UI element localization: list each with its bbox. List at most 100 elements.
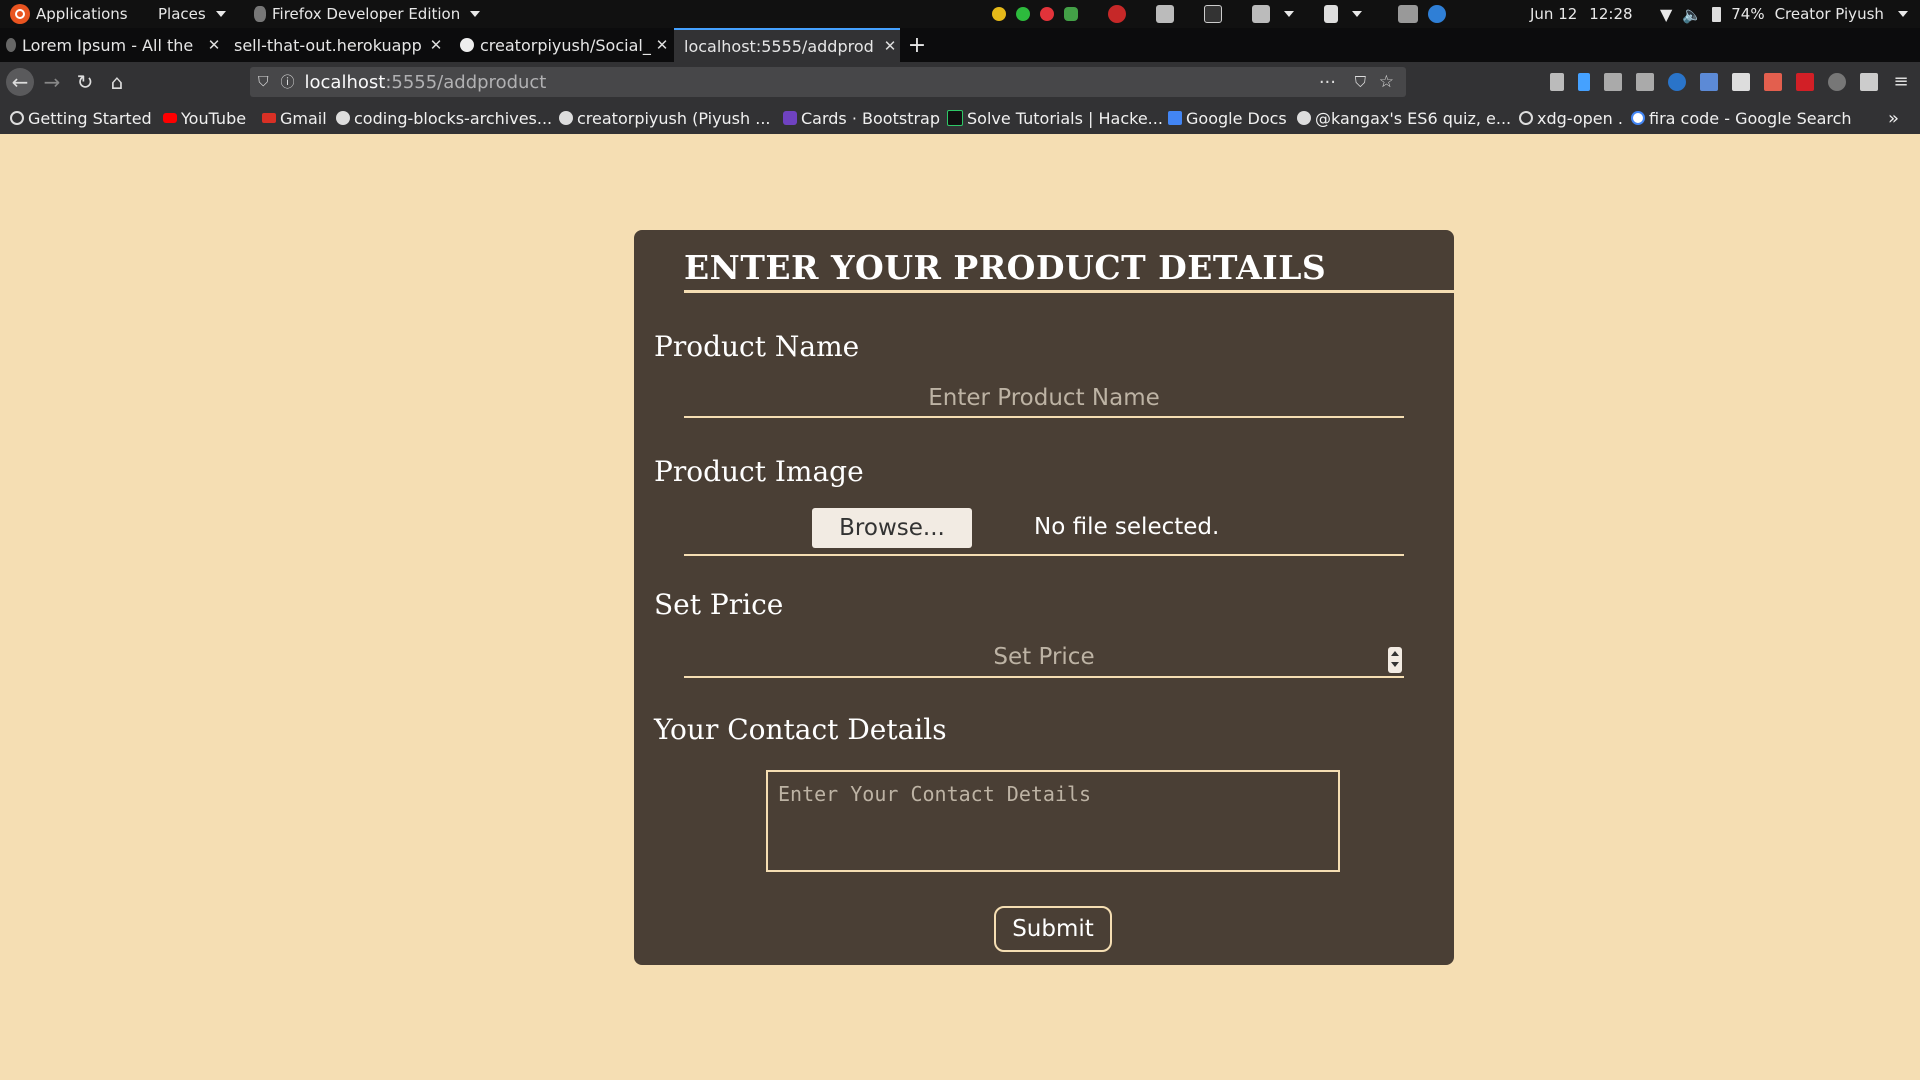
forward-button[interactable]: → xyxy=(38,68,66,96)
wrench-icon[interactable] xyxy=(1550,73,1564,91)
bookmark-label: @kangax's ES6 quiz, e... xyxy=(1315,108,1512,128)
tab-label: localhost:5555/addprod xyxy=(684,36,874,56)
bookmark-item[interactable]: coding-blocks-archives... xyxy=(336,102,552,134)
bookmark-label: Solve Tutorials | Hacke... xyxy=(967,108,1163,128)
github-icon xyxy=(460,38,474,52)
tab-label: creatorpiyush/Social_ xyxy=(480,35,651,55)
url-host: localhost xyxy=(304,71,386,93)
close-icon[interactable]: ✕ xyxy=(880,37,900,55)
bookmark-label: xdg-open . xyxy=(1537,108,1623,128)
price-spinner-icon[interactable] xyxy=(1388,647,1402,673)
tab-github-repo[interactable]: creatorpiyush/Social_ ✕ xyxy=(454,28,672,62)
bookmark-item[interactable]: YouTube xyxy=(163,102,246,134)
price-input[interactable] xyxy=(684,638,1404,678)
back-button[interactable]: ← xyxy=(6,68,34,96)
bookmarks-overflow-icon[interactable]: » xyxy=(1888,102,1899,134)
product-form: ENTER YOUR PRODUCT DETAILS Product Name … xyxy=(634,230,1454,965)
system-top-panel: Applications Places Firefox Developer Ed… xyxy=(0,0,1920,28)
bootstrap-icon xyxy=(783,111,797,125)
date-text: Jun 12 xyxy=(1530,5,1578,23)
youtube-icon xyxy=(163,113,177,123)
bookmark-item[interactable]: @kangax's ES6 quiz, e... xyxy=(1297,102,1511,134)
ruler-extension-icon[interactable] xyxy=(1860,73,1878,91)
grid-extension-icon[interactable] xyxy=(1700,73,1718,91)
product-image-file-input[interactable]: Browse... No file selected. xyxy=(684,508,1404,556)
url-bar[interactable]: ⛉ ⓘ localhost:5555/addproduct ··· ⛉ ☆ xyxy=(250,67,1406,97)
google-icon xyxy=(1631,111,1645,125)
bookmark-item[interactable]: Solve Tutorials | Hacke... xyxy=(947,102,1163,134)
layout-extension-icon[interactable] xyxy=(1732,73,1750,91)
places-menu[interactable]: Places xyxy=(158,0,226,28)
close-icon[interactable]: ✕ xyxy=(652,36,672,54)
new-tab-button[interactable]: + xyxy=(904,28,930,62)
library-icon[interactable] xyxy=(1604,73,1622,91)
product-name-input[interactable] xyxy=(684,380,1404,418)
close-icon[interactable]: ✕ xyxy=(426,36,446,54)
bookmark-item[interactable]: Gmail xyxy=(262,102,327,134)
red-dot-icon[interactable] xyxy=(1040,7,1054,21)
tab-sell-that-out[interactable]: sell-that-out.herokuapp ✕ xyxy=(228,28,446,62)
bookmark-item[interactable]: Google Docs xyxy=(1168,102,1287,134)
bookmark-item[interactable]: Getting Started xyxy=(10,102,152,134)
chevron-down-icon xyxy=(215,11,226,17)
clock[interactable]: Jun 12 12:28 xyxy=(1530,0,1633,28)
yellow-dot-icon[interactable] xyxy=(992,7,1006,21)
pocket-icon[interactable]: ⛉ xyxy=(1355,73,1366,91)
bookmark-item[interactable]: xdg-open . xyxy=(1519,102,1623,134)
mail-tray-icon[interactable] xyxy=(1108,5,1126,23)
shield-tray-icon[interactable] xyxy=(1064,7,1078,21)
extension-icon[interactable] xyxy=(1668,73,1686,91)
gift-extension-icon[interactable] xyxy=(1764,73,1782,91)
tab-lorem-ipsum[interactable]: Lorem Ipsum - All the ✕ xyxy=(0,28,224,62)
browse-button[interactable]: Browse... xyxy=(812,508,972,548)
bookmark-label: Getting Started xyxy=(28,108,152,128)
accessibility-tray-icon[interactable] xyxy=(1324,5,1338,23)
hamburger-menu-icon[interactable]: ≡ xyxy=(1892,73,1910,91)
workspace-tray-icon[interactable] xyxy=(1204,5,1222,23)
green-dot-icon[interactable] xyxy=(1016,7,1030,21)
close-icon[interactable]: ✕ xyxy=(204,36,224,54)
window-tray-icon[interactable] xyxy=(1398,5,1418,23)
tracking-shield-icon[interactable]: ⛉ xyxy=(258,74,269,90)
red-extension-icon[interactable] xyxy=(1796,73,1814,91)
bookmarks-toolbar: Getting Started YouTube Gmail coding-blo… xyxy=(0,102,1920,134)
status-menu[interactable]: ▼ 🔈 74% Creator Piyush xyxy=(1660,0,1908,28)
submit-button[interactable]: Submit xyxy=(994,906,1112,952)
home-button[interactable]: ⌂ xyxy=(103,68,131,96)
chevron-down-icon xyxy=(1352,11,1362,17)
applications-menu[interactable]: Applications xyxy=(10,0,128,28)
github-icon xyxy=(1297,111,1311,125)
file-status-text: No file selected. xyxy=(1034,514,1220,540)
bookmark-item[interactable]: creatorpiyush (Piyush ... xyxy=(559,102,771,134)
bookmark-item[interactable]: fira code - Google Search xyxy=(1631,102,1852,134)
contact-details-textarea[interactable] xyxy=(766,770,1340,872)
form-title: ENTER YOUR PRODUCT DETAILS xyxy=(684,248,1327,287)
chat-tray-icon[interactable] xyxy=(1156,5,1174,23)
bookmark-label: creatorpiyush (Piyush ... xyxy=(577,108,771,128)
github-icon xyxy=(336,111,350,125)
wifi-icon: ▼ xyxy=(1660,4,1673,24)
dark-extension-icon[interactable] xyxy=(1828,73,1846,91)
page-content: ENTER YOUR PRODUCT DETAILS Product Name … xyxy=(0,134,1920,1080)
page-actions-icon[interactable]: ··· xyxy=(1319,72,1336,93)
toolbar-icons: ≡ xyxy=(1550,62,1910,102)
active-app-menu[interactable]: Firefox Developer Edition xyxy=(254,0,481,28)
url-text[interactable]: localhost:5555/addproduct xyxy=(305,72,547,93)
bookmark-label: Google Docs xyxy=(1186,108,1287,128)
google-docs-icon xyxy=(1168,111,1182,125)
product-name-label: Product Name xyxy=(654,330,860,363)
firefox-tray-icon[interactable] xyxy=(1428,5,1446,23)
product-image-label: Product Image xyxy=(654,455,864,488)
bookmark-item[interactable]: Cards · Bootstrap xyxy=(783,102,940,134)
site-info-icon[interactable]: ⓘ xyxy=(281,72,295,92)
bookmark-star-icon[interactable]: ☆ xyxy=(1379,72,1394,92)
clipboard-tray-icon[interactable] xyxy=(1252,5,1270,23)
lorem-favicon-icon xyxy=(6,38,16,52)
globe-icon xyxy=(10,111,24,125)
sidebar-icon[interactable] xyxy=(1636,73,1654,91)
download-icon[interactable] xyxy=(1578,73,1590,91)
user-name: Creator Piyush xyxy=(1774,5,1884,23)
tab-localhost-addproduct[interactable]: localhost:5555/addprod ✕ xyxy=(674,28,900,62)
reload-button[interactable]: ↻ xyxy=(71,68,99,96)
title-divider xyxy=(684,290,1454,293)
